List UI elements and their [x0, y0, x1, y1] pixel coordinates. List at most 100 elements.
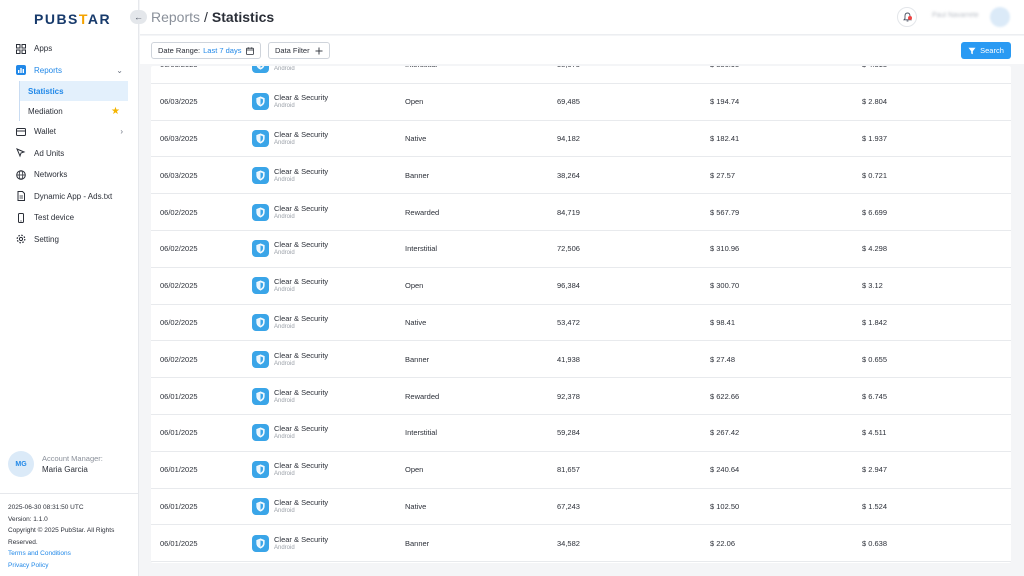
cell-ecpm: $ 2.947 [862, 465, 888, 475]
app-name: Clear & Security [274, 350, 329, 360]
app-name: Clear & Security [274, 240, 329, 250]
sidebar-item-mediation[interactable]: Mediation ★ [19, 101, 128, 121]
cell-ecpm: $ 0.721 [862, 170, 888, 180]
date-range-button[interactable]: Date Range: Last 7 days [151, 42, 262, 59]
sidebar-item-test-device[interactable]: Test device [0, 207, 139, 229]
pubstar-logo[interactable]: PUBSTAR [34, 11, 111, 27]
cell-revenue: $ 240.64 [710, 465, 740, 475]
avatar: MG [8, 451, 34, 477]
table-row[interactable]: 06/01/2025 Clear & Security Android Bann… [151, 525, 1011, 563]
notification-dot [908, 16, 912, 20]
cell-ecpm: $ 4.313 [862, 66, 887, 83]
sidebar-item-apps[interactable]: Apps [0, 38, 139, 60]
cell-requests: 84,719 [557, 207, 580, 217]
user-avatar[interactable] [990, 7, 1010, 27]
plus-icon [315, 47, 323, 55]
table-row[interactable]: 06/02/2025 Clear & Security Android Inte… [151, 231, 1011, 268]
sidebar-item-label: Dynamic App - Ads.txt [34, 191, 113, 201]
filter-icon [968, 47, 976, 54]
cell-revenue: $ 310.96 [710, 244, 740, 254]
table-row[interactable]: 06/03/2025 Clear & Security Android Open… [151, 84, 1011, 121]
privacy-link[interactable]: Privacy Policy [8, 560, 131, 572]
breadcrumb-reports[interactable]: Reports [151, 9, 200, 25]
sidebar-item-ad-units[interactable]: Ad Units [0, 143, 139, 165]
terms-link[interactable]: Terms and Conditions [8, 548, 131, 560]
cell-app: Clear & Security Android [252, 489, 328, 525]
data-filter-button[interactable]: Data Filter [268, 42, 330, 59]
table-row[interactable]: 06/03/2025 Clear & Security Android Bann… [151, 157, 1011, 195]
cell-date: 06/02/2025 [160, 354, 198, 364]
sidebar-item-label: Networks [34, 170, 68, 180]
shield-icon [252, 387, 269, 405]
cell-app: Clear & Security Android [252, 84, 328, 120]
back-button[interactable]: ← [130, 10, 147, 24]
table-row[interactable]: 06/01/2025 Clear & Security Android Open… [151, 452, 1011, 489]
cell-revenue: $ 22.06 [710, 538, 736, 548]
cell-format: Rewarded [405, 391, 440, 401]
app-platform: Android [274, 434, 295, 441]
app-name: Clear & Security [274, 461, 329, 471]
cell-revenue: $ 622.66 [710, 391, 740, 401]
table-row[interactable]: 06/02/2025 Clear & Security Android Nati… [151, 305, 1011, 342]
cell-format: Interstitial [405, 244, 438, 254]
shield-icon [252, 93, 269, 111]
notification-button[interactable] [897, 7, 917, 27]
cell-ecpm: $ 2.804 [862, 97, 888, 107]
cell-app: Clear & Security Android [252, 157, 328, 193]
table-row[interactable]: 06/01/2025 Clear & Security Android Inte… [151, 415, 1011, 452]
table-row[interactable]: 06/02/2025 Clear & Security Android Open… [151, 268, 1011, 305]
phone-icon [15, 212, 27, 224]
table-row[interactable]: 06/03/2025 Clear & Security Android Inte… [151, 66, 1011, 84]
app-platform: Android [274, 544, 295, 551]
shield-icon [252, 277, 269, 295]
sidebar-item-reports[interactable]: Reports ⌄ [0, 60, 139, 82]
cell-date: 06/02/2025 [160, 207, 198, 217]
cell-format: Banner [405, 354, 430, 364]
cell-app: Clear & Security Android [252, 231, 328, 267]
sidebar-item-dynamic-app[interactable]: Dynamic App - Ads.txt [0, 186, 139, 208]
server-timestamp: 2025-06-30 08:31:50 UTC [8, 504, 84, 511]
table-row[interactable]: 06/02/2025 Clear & Security Android Bann… [151, 341, 1011, 379]
sidebar-item-label: Reports [34, 65, 63, 75]
cell-format: Interstitial [405, 66, 437, 83]
sidebar-item-label: Setting [34, 234, 59, 244]
sidebar-item-statistics[interactable]: Statistics [19, 81, 128, 101]
search-button[interactable]: Search [961, 42, 1011, 59]
account-manager-label: Account Manager: [42, 454, 103, 463]
cell-format: Native [405, 501, 427, 511]
date-range-label: Date Range: [158, 46, 201, 55]
cell-format: Open [405, 97, 424, 107]
cell-requests: 38,264 [557, 170, 580, 180]
cell-revenue: $ 27.57 [710, 170, 736, 180]
app-platform: Android [274, 507, 295, 514]
user-name[interactable]: Paul Navarrete [932, 12, 979, 19]
table-row[interactable]: 06/01/2025 Clear & Security Android Nati… [151, 489, 1011, 526]
breadcrumb-separator: / [204, 9, 208, 25]
app-name: Clear & Security [274, 387, 329, 397]
sidebar-item-wallet[interactable]: Wallet › [0, 121, 139, 143]
gear-icon [15, 233, 27, 245]
table-row[interactable]: 06/02/2025 Clear & Security Android Rewa… [151, 194, 1011, 231]
table-row[interactable]: 06/01/2025 Clear & Security Android Rewa… [151, 378, 1011, 415]
app-platform: Android [274, 360, 295, 367]
app-platform: Android [274, 66, 295, 73]
cell-app: Clear & Security Android [252, 341, 328, 377]
shield-icon [252, 350, 269, 368]
sidebar-item-setting[interactable]: Setting [0, 229, 139, 251]
cell-ecpm: $ 1.524 [862, 501, 888, 511]
cell-revenue: $ 102.50 [710, 501, 740, 511]
chart-icon [15, 64, 27, 76]
cell-app: Clear & Security Android [252, 268, 328, 304]
table-row[interactable]: 06/03/2025 Clear & Security Android Nati… [151, 121, 1011, 158]
cell-requests: 94,182 [557, 133, 580, 143]
shield-icon [252, 534, 269, 552]
app-name: Clear & Security [274, 534, 329, 544]
search-button-label: Search [980, 46, 1004, 55]
app-platform: Android [274, 213, 295, 220]
app-name: Clear & Security [274, 203, 329, 213]
shield-icon [252, 240, 269, 258]
cell-format: Interstitial [405, 428, 438, 438]
sidebar-item-networks[interactable]: Networks [0, 164, 139, 186]
chevron-right-icon: › [120, 127, 123, 137]
cell-format: Banner [405, 538, 430, 548]
